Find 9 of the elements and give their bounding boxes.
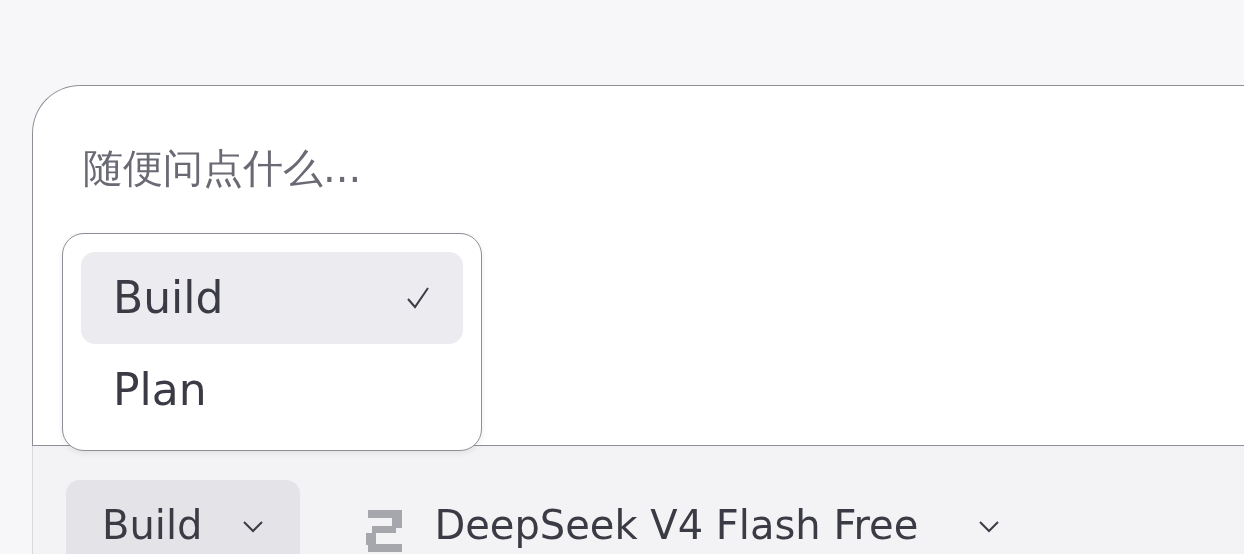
- model-selector[interactable]: DeepSeek V4 Flash Free: [364, 480, 1001, 554]
- check-icon: [405, 285, 431, 311]
- model-logo-icon: [364, 508, 405, 552]
- menu-item[interactable]: Build: [81, 252, 463, 344]
- chevron-down-icon: [242, 520, 265, 534]
- chevron-down-icon: [978, 520, 1001, 534]
- menu-item[interactable]: Plan: [81, 344, 463, 436]
- mode-button[interactable]: Build: [66, 480, 301, 554]
- message-input[interactable]: 随便问点什么...: [83, 138, 783, 208]
